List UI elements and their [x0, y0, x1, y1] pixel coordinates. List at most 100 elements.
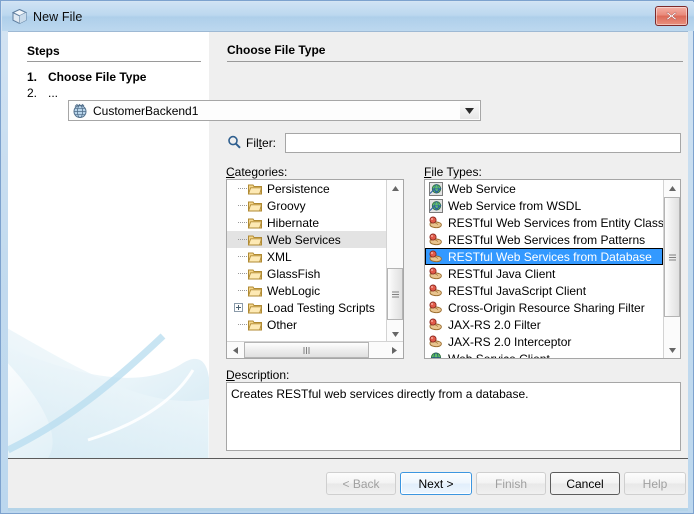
- web-service-icon: [428, 198, 444, 214]
- tree-guide: [233, 231, 247, 248]
- dialog-client-area: Steps 1. Choose File Type 2.... Choose F…: [8, 31, 688, 508]
- close-button[interactable]: [655, 6, 688, 26]
- folder-icon: [247, 198, 263, 214]
- folder-icon: [247, 283, 263, 299]
- category-item[interactable]: WebLogic: [227, 282, 387, 299]
- categories-hscroll-thumb[interactable]: [244, 342, 369, 358]
- rest-icon: [428, 283, 444, 299]
- category-item[interactable]: Web Services: [227, 231, 387, 248]
- file-type-item[interactable]: Web Service: [425, 180, 663, 197]
- file-type-item-label: RESTful Web Services from Entity Classes: [448, 215, 663, 230]
- cube-icon: [11, 8, 28, 25]
- globe-icon: [72, 103, 88, 119]
- back-button[interactable]: < Back: [326, 472, 396, 495]
- button-bar: < Back Next > Finish Cancel Help: [8, 459, 688, 508]
- help-button[interactable]: Help: [624, 472, 686, 495]
- category-item-label: GlassFish: [267, 266, 321, 281]
- file-type-item[interactable]: RESTful JavaScript Client: [425, 282, 663, 299]
- folder-icon: [247, 300, 263, 316]
- file-type-item[interactable]: RESTful Java Client: [425, 265, 663, 282]
- file-type-item[interactable]: JAX-RS 2.0 Interceptor: [425, 333, 663, 350]
- page-title: Choose File Type: [227, 43, 326, 57]
- next-button[interactable]: Next >: [400, 472, 472, 495]
- expander-icon[interactable]: [233, 299, 247, 316]
- step-label: Choose File Type: [48, 70, 147, 84]
- description-box: Creates RESTful web services directly fr…: [226, 382, 681, 451]
- category-item-label: Load Testing Scripts: [267, 300, 375, 315]
- rest-icon: [428, 317, 444, 333]
- category-item-label: Persistence: [267, 181, 330, 196]
- scroll-left-button[interactable]: [227, 342, 243, 358]
- categories-scroll-thumb[interactable]: [387, 268, 403, 320]
- tree-guide: [233, 248, 247, 265]
- file-type-item-label: RESTful Java Client: [448, 266, 556, 281]
- scroll-right-button[interactable]: [386, 342, 402, 358]
- cancel-button[interactable]: Cancel: [550, 472, 620, 495]
- scroll-up-button[interactable]: [387, 180, 403, 196]
- file-type-item[interactable]: RESTful Web Services from Database: [425, 248, 663, 265]
- category-item-label: Groovy: [267, 198, 306, 213]
- file-type-item[interactable]: RESTful Web Services from Entity Classes: [425, 214, 663, 231]
- scroll-down-button[interactable]: [387, 326, 403, 342]
- folder-icon: [247, 181, 263, 197]
- rest-icon: [428, 249, 444, 265]
- filter-input[interactable]: [285, 133, 681, 153]
- rest-icon: [428, 215, 444, 231]
- scroll-down-button[interactable]: [664, 342, 680, 358]
- file-type-item[interactable]: RESTful Web Services from Patterns: [425, 231, 663, 248]
- category-item[interactable]: Persistence: [227, 180, 387, 197]
- rest-icon: [428, 232, 444, 248]
- file-types-vertical-scrollbar[interactable]: [663, 180, 680, 358]
- web-service-client-icon: [428, 351, 444, 358]
- categories-vertical-scrollbar[interactable]: [386, 180, 403, 342]
- step-item-2: 2....: [27, 86, 58, 100]
- close-icon: [666, 11, 677, 21]
- step-item-1: 1. Choose File Type: [27, 70, 146, 84]
- file-type-item-label: JAX-RS 2.0 Filter: [448, 317, 541, 332]
- categories-list: Persistence Groovy Hibernate Web Services XM…: [227, 180, 387, 342]
- file-type-item-label: Web Service Client: [448, 352, 550, 359]
- category-item[interactable]: Hibernate: [227, 214, 387, 231]
- scroll-up-button[interactable]: [664, 180, 680, 196]
- file-type-item-label: Cross-Origin Resource Sharing Filter: [448, 300, 645, 315]
- file-type-item-label: RESTful Web Services from Patterns: [448, 232, 646, 247]
- file-type-item[interactable]: Cross-Origin Resource Sharing Filter: [425, 299, 663, 316]
- file-types-listbox[interactable]: Web Service Web Service from WSDL RESTful …: [424, 179, 681, 359]
- file-types-label: File Types:: [424, 165, 482, 179]
- tree-guide: [233, 197, 247, 214]
- file-type-item[interactable]: JAX-RS 2.0 Filter: [425, 316, 663, 333]
- file-type-item[interactable]: Web Service Client: [425, 350, 663, 358]
- file-type-item[interactable]: Web Service from WSDL: [425, 197, 663, 214]
- step-number: 1.: [27, 70, 38, 84]
- category-item[interactable]: GlassFish: [227, 265, 387, 282]
- project-combobox[interactable]: CustomerBackend1: [68, 100, 481, 121]
- decorative-swoosh: [8, 318, 209, 458]
- file-types-scroll-thumb[interactable]: [664, 197, 680, 317]
- steps-heading: Steps: [27, 44, 60, 58]
- category-item-label: Web Services: [267, 232, 341, 247]
- category-item-label: Other: [267, 317, 298, 332]
- tree-guide: [233, 180, 247, 197]
- rest-icon: [428, 334, 444, 350]
- folder-icon: [247, 266, 263, 282]
- categories-horizontal-scrollbar[interactable]: [227, 341, 403, 358]
- description-label: Description:: [226, 368, 290, 382]
- new-file-dialog: New File Steps 1. Choose File Type 2....: [0, 0, 694, 514]
- chevron-down-icon[interactable]: [460, 102, 479, 119]
- finish-button[interactable]: Finish: [476, 472, 546, 495]
- window-title: New File: [33, 9, 83, 24]
- category-item[interactable]: Groovy: [227, 197, 387, 214]
- tree-guide: [233, 265, 247, 282]
- folder-icon: [247, 215, 263, 231]
- category-item[interactable]: XML: [227, 248, 387, 265]
- file-type-item-label: RESTful Web Services from Database: [448, 249, 652, 264]
- project-value: CustomerBackend1: [93, 103, 199, 118]
- web-service-icon: [428, 181, 444, 197]
- category-item[interactable]: Load Testing Scripts: [227, 299, 387, 316]
- categories-listbox[interactable]: Persistence Groovy Hibernate Web Services XM…: [226, 179, 404, 359]
- filter-label: Filter:: [246, 136, 277, 150]
- category-item-label: Hibernate: [267, 215, 320, 230]
- tree-guide: [233, 282, 247, 299]
- category-item[interactable]: Other: [227, 316, 387, 333]
- steps-divider: [27, 61, 201, 62]
